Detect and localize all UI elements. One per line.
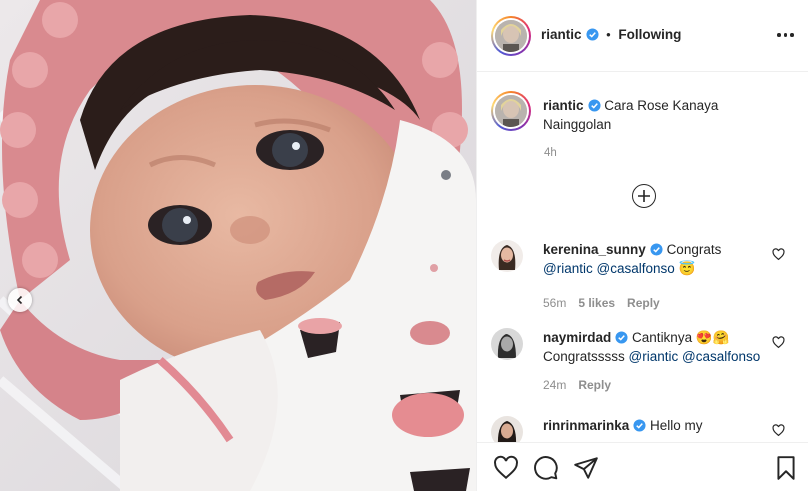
- emoji: 😇: [678, 261, 696, 276]
- caption-time[interactable]: 4h: [544, 147, 557, 159]
- caption-text: riantic Cara Rose Kanaya Nainggolan: [543, 96, 773, 134]
- commenter-avatar[interactable]: [491, 328, 523, 360]
- mention-link[interactable]: @casalfonso: [682, 349, 760, 364]
- reply-button[interactable]: Reply: [627, 296, 660, 310]
- bookmark-icon[interactable]: [773, 455, 799, 481]
- mention-link[interactable]: @riantic: [629, 349, 679, 364]
- verified-badge-icon: [633, 419, 646, 432]
- comment-icon[interactable]: [533, 455, 559, 481]
- share-icon[interactable]: [573, 455, 599, 481]
- author-avatar[interactable]: [491, 16, 531, 56]
- comment-likes[interactable]: 5 likes: [578, 296, 615, 310]
- comment-meta: 56m 5 likes Reply: [543, 296, 660, 310]
- commenter-avatar[interactable]: [491, 416, 523, 442]
- comment-body: Cantiknya: [632, 330, 693, 345]
- comment-body-2: Congratsssss: [543, 349, 625, 364]
- following-button[interactable]: Following: [618, 27, 681, 42]
- comment-username[interactable]: rinrinmarinka: [543, 418, 629, 433]
- caption-username[interactable]: riantic: [543, 98, 584, 113]
- separator-dot: •: [606, 27, 611, 42]
- load-more-comments-button[interactable]: [632, 184, 656, 208]
- verified-badge-icon: [587, 99, 601, 112]
- heart-icon[interactable]: [772, 424, 785, 437]
- commenter-avatar[interactable]: [491, 240, 523, 272]
- comment-text: kerenina_sunny Congrats @riantic @casalf…: [543, 240, 761, 278]
- avatar-image: [491, 328, 523, 360]
- plus-circle-icon: [638, 190, 650, 202]
- avatar-image: [491, 240, 523, 272]
- heart-icon[interactable]: [772, 248, 785, 261]
- comments-list[interactable]: riantic Cara Rose Kanaya Nainggolan 4h k…: [477, 73, 808, 442]
- action-bar: [477, 442, 808, 491]
- comment-text: rinrinmarinka Hello my: [543, 416, 761, 435]
- post-media[interactable]: [0, 0, 476, 491]
- comment-username[interactable]: naymirdad: [543, 330, 611, 345]
- prev-image-button[interactable]: [8, 288, 32, 312]
- mention-link[interactable]: @casalfonso: [596, 261, 674, 276]
- comment-time[interactable]: 24m: [543, 378, 566, 392]
- reply-button[interactable]: Reply: [578, 378, 611, 392]
- comment-meta: 24m Reply: [543, 378, 611, 392]
- post-side-panel: riantic • Following riantic Cara Rose Ka…: [476, 0, 808, 491]
- emoji: 😍🤗: [695, 330, 730, 345]
- verified-badge-icon: [650, 243, 663, 256]
- header-line: riantic • Following: [541, 27, 681, 42]
- mention-link[interactable]: @riantic: [543, 261, 593, 276]
- more-options-icon[interactable]: [777, 28, 797, 42]
- heart-icon[interactable]: [493, 455, 519, 481]
- comment-text: naymirdad Cantiknya 😍🤗 Congratsssss @ria…: [543, 328, 761, 366]
- chevron-left-icon: [16, 295, 23, 305]
- avatar-image: [495, 95, 527, 127]
- verified-badge-icon: [615, 331, 628, 344]
- post-header: riantic • Following: [477, 0, 808, 72]
- avatar-image: [491, 416, 523, 442]
- caption-avatar[interactable]: [491, 91, 531, 131]
- comment-time[interactable]: 56m: [543, 296, 566, 310]
- comment-body: Hello my: [650, 418, 703, 433]
- verified-badge-icon: [585, 28, 599, 41]
- baby-photo: [0, 0, 476, 491]
- comment-username[interactable]: kerenina_sunny: [543, 242, 646, 257]
- avatar-image: [495, 20, 527, 52]
- heart-icon[interactable]: [772, 336, 785, 349]
- comment-body: Congrats: [666, 242, 722, 257]
- author-username[interactable]: riantic: [541, 27, 582, 42]
